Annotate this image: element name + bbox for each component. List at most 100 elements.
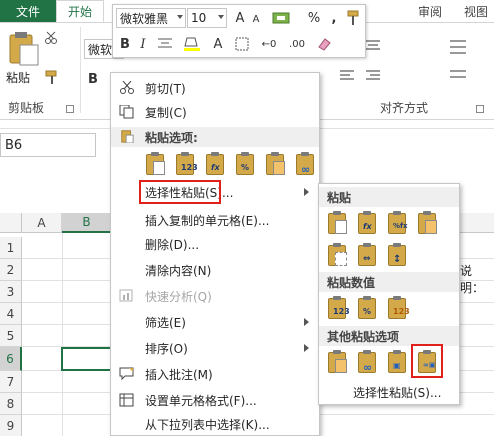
format-painter-mini-icon[interactable] — [345, 9, 363, 27]
sub-paste-column-widths-icon[interactable]: ⇔ — [355, 242, 379, 268]
menu-item-format-cells[interactable]: 设置单元格格式(F)... — [111, 389, 319, 411]
format-painter-icon[interactable] — [44, 69, 60, 85]
number-format-icon[interactable] — [271, 9, 293, 27]
sub-paste-values-number-format-icon[interactable]: % — [355, 295, 379, 321]
align-center-icon[interactable] — [155, 35, 175, 53]
tab-view[interactable]: 视图 — [458, 0, 494, 22]
paste-values-icon[interactable]: 123 — [173, 151, 198, 177]
eraser-icon[interactable] — [315, 35, 333, 53]
sub-paste-formulas-format-icon[interactable]: %fx — [385, 210, 409, 236]
decrease-font-icon[interactable]: A — [249, 11, 263, 27]
sub-paste-formulas-icon[interactable]: fx — [355, 210, 379, 236]
menu-item-filter-label: 筛选(E) — [145, 315, 186, 330]
paste-large-button[interactable] — [4, 29, 44, 69]
submenu-paste-values-header: 粘贴数值 — [319, 272, 459, 292]
menu-item-clear-contents[interactable]: 清除内容(N) — [111, 259, 319, 281]
menu-item-sort[interactable]: 排序(O) — [111, 337, 319, 359]
fill-color-icon[interactable] — [181, 35, 203, 53]
name-box[interactable]: B6 — [0, 133, 96, 157]
tab-file[interactable]: 文件 — [0, 0, 56, 22]
menu-item-insert-comment[interactable]: 插入批注(M) — [111, 363, 319, 385]
mini-font-size-combo[interactable]: 10 — [187, 8, 227, 28]
menu-item-quick-analysis: 快速分析(Q) — [111, 285, 319, 307]
row-header-3[interactable]: 3 — [0, 281, 22, 303]
clipboard-launcher-icon[interactable] — [66, 105, 74, 113]
row-header-1[interactable]: 1 — [0, 237, 22, 259]
group-separator — [80, 27, 81, 113]
sub-paste-icon[interactable] — [325, 210, 349, 236]
submenu-paste-special-link[interactable]: 选择性粘贴(S)... — [353, 384, 441, 401]
sub-paste-picture-icon[interactable]: ▣ — [385, 349, 409, 375]
menu-item-insert-copied-label: 插入复制的单元格(E)... — [145, 213, 270, 228]
column-header-b[interactable]: B — [62, 213, 112, 233]
cell-text-fragment: 说明： — [460, 264, 485, 295]
menu-item-clear-label: 清除内容(N) — [145, 263, 212, 278]
quick-analysis-icon — [119, 289, 133, 302]
paste-label[interactable]: 粘贴 — [6, 69, 30, 86]
menu-item-cut[interactable]: 剪切(T) — [111, 77, 319, 99]
paste-formatting-icon[interactable] — [263, 151, 287, 177]
row-header-9[interactable]: 9 — [0, 415, 22, 436]
mini-toolbar: 微软雅黑 10 A A % , B I A ←0 .00 — [112, 4, 366, 58]
font-color-hint[interactable]: B — [86, 71, 100, 87]
font-color-letter: A — [213, 36, 223, 52]
menu-item-delete-label: 删除(D)... — [145, 237, 200, 252]
row-header-7[interactable]: 7 — [0, 371, 22, 393]
menu-item-insert-comment-label: 插入批注(M) — [145, 367, 213, 382]
submenu-paste-row-2: ⇔ ↕ — [325, 242, 409, 268]
comma-style-button[interactable]: , — [327, 9, 341, 27]
percent-style-button[interactable]: % — [307, 9, 321, 27]
menu-item-copy[interactable]: 复制(C) — [111, 101, 319, 123]
italic-button[interactable]: I — [135, 35, 151, 53]
menu-item-insert-copied-cells[interactable]: 插入复制的单元格(E)... — [111, 209, 319, 231]
column-header-a[interactable]: A — [22, 213, 62, 233]
menu-item-quick-analysis-label: 快速分析(Q) — [145, 289, 212, 304]
select-all-corner[interactable] — [0, 213, 22, 233]
paste-link-icon[interactable]: ∞ — [293, 151, 317, 177]
row-header-8[interactable]: 8 — [0, 393, 22, 415]
paste-formulas-icon[interactable]: fx — [203, 151, 227, 177]
row-header-2[interactable]: 2 — [0, 259, 22, 281]
decrease-decimal-icon[interactable]: .00 — [285, 35, 309, 53]
row-header-5[interactable]: 5 — [0, 325, 22, 347]
clipboard-group-label: 剪贴板 — [8, 101, 45, 115]
mini-font-name-combo[interactable]: 微软雅黑 — [116, 8, 186, 28]
sub-paste-values-icon[interactable]: 123 — [325, 295, 350, 321]
menu-item-sort-label: 排序(O) — [145, 341, 188, 356]
paste-special-submenu: 粘贴 fx %fx ⇔ ↕ 粘贴数值 123 % 123 其他粘贴选项 ∞ ▣ … — [318, 183, 460, 405]
row-header-6[interactable]: 6 — [0, 347, 22, 371]
borders-icon[interactable] — [233, 35, 251, 53]
sub-paste-values-source-format-icon[interactable]: 123 — [385, 295, 410, 321]
menu-item-delete[interactable]: 删除(D)... — [111, 233, 319, 255]
comment-icon — [119, 367, 134, 381]
menu-item-filter[interactable]: 筛选(E) — [111, 311, 319, 333]
scissors-icon — [120, 81, 134, 94]
paste-icon[interactable] — [143, 151, 167, 177]
linked-picture-highlight-box — [411, 344, 443, 378]
grid-line — [62, 233, 63, 436]
paste-special-highlight-box — [139, 180, 221, 204]
menu-item-pick-from-list[interactable]: 从下拉列表中选择(K)... — [111, 413, 319, 435]
sub-paste-no-borders-icon[interactable] — [325, 242, 349, 268]
sub-paste-link-icon[interactable]: ∞ — [355, 349, 379, 375]
paste-values-glyph: 123 — [181, 163, 198, 172]
cut-small-icon[interactable] — [44, 31, 58, 45]
sub-formulas-format-glyph: %fx — [393, 222, 408, 230]
sub-picture-glyph: ▣ — [393, 361, 401, 370]
sub-paste-transpose-icon[interactable]: ↕ — [385, 242, 409, 268]
active-cell-b6[interactable] — [61, 347, 113, 371]
sub-paste-keep-source-icon[interactable] — [415, 210, 439, 236]
font-color-button[interactable]: A — [209, 35, 227, 53]
row-header-4[interactable]: 4 — [0, 303, 22, 325]
submenu-arrow-icon — [304, 188, 309, 196]
tab-home[interactable]: 开始 — [56, 0, 104, 22]
bold-button[interactable]: B — [117, 35, 133, 53]
sub-formulas-glyph: fx — [363, 222, 372, 231]
paste-formulas-number-format-icon[interactable]: % — [233, 151, 257, 177]
increase-decimal-icon[interactable]: ←0 — [257, 35, 281, 53]
paste-options-header: 粘贴选项: — [111, 127, 319, 147]
tab-review[interactable]: 审阅 — [410, 0, 450, 22]
increase-font-icon[interactable]: A — [231, 9, 249, 27]
sub-paste-formatting-icon[interactable] — [325, 349, 349, 375]
alignment-launcher-icon[interactable] — [476, 105, 484, 113]
